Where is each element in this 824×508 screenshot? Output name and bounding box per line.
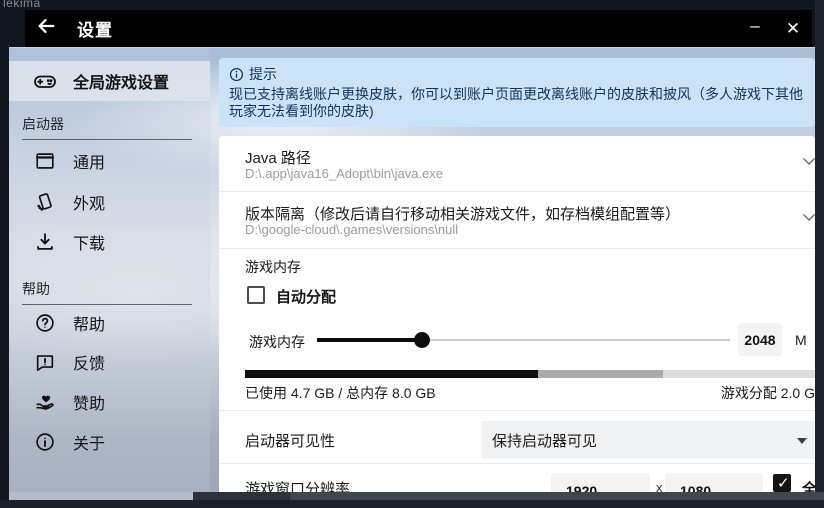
sidebar-item-global-game-settings[interactable]: 全局游戏设置	[9, 64, 210, 98]
settings-panel: Java 路径 D:\.app\java16_Adopt\bin\java.ex…	[219, 136, 815, 492]
fullscreen-label: 全	[802, 478, 815, 492]
row-divider	[219, 248, 815, 249]
launcher-visibility-select[interactable]: 保持启动器可见	[482, 421, 815, 459]
memory-usage-bar	[245, 370, 815, 378]
memory-game-segment	[538, 370, 663, 378]
chevron-down-icon[interactable]	[800, 208, 815, 226]
sidebar-item-download[interactable]: 下载	[9, 225, 210, 259]
appearance-icon	[33, 190, 57, 214]
resolution-separator: x	[656, 480, 663, 492]
settings-content: 全局游戏设置 启动器 通用 外观 下载 帮助	[9, 47, 815, 492]
dropdown-arrow-icon	[797, 438, 807, 444]
window-icon	[33, 149, 57, 173]
close-icon: ✕	[786, 19, 800, 39]
minimize-icon: –	[750, 16, 759, 36]
sidebar-item-appearance[interactable]: 外观	[9, 185, 210, 219]
auto-allocate-label: 自动分配	[276, 286, 336, 307]
feedback-bubble-icon	[33, 350, 57, 374]
page-title: 设置	[77, 16, 113, 41]
arrow-left-icon	[35, 15, 57, 42]
hint-title: 提示	[249, 64, 277, 84]
desktop-bottom-edge	[0, 500, 824, 508]
back-button[interactable]	[25, 10, 67, 47]
java-path-value: D:\.app\java16_Adopt\bin\java.exe	[245, 166, 443, 181]
sidebar-item-label: 反馈	[73, 350, 105, 374]
sidebar-item-label: 通用	[73, 149, 105, 173]
memory-usage-text: 已使用 4.7 GB / 总内存 8.0 GB	[245, 383, 436, 403]
resolution-height-field[interactable]: 1080	[665, 473, 763, 492]
row-divider	[219, 463, 815, 464]
sidebar-item-label: 帮助	[73, 311, 105, 335]
launcher-visibility-label: 启动器可见性	[245, 430, 335, 451]
minimize-button[interactable]: –	[736, 10, 774, 47]
memory-slider[interactable]	[317, 339, 730, 341]
auto-allocate-checkbox[interactable]	[247, 286, 265, 304]
sidebar-item-label: 全局游戏设置	[73, 69, 169, 93]
row-divider	[219, 191, 815, 192]
fullscreen-checkbox[interactable]	[773, 474, 791, 492]
launcher-visibility-value: 保持启动器可见	[492, 430, 597, 451]
sidebar-item-feedback[interactable]: 反馈	[9, 345, 210, 379]
help-circle-icon	[33, 311, 57, 335]
desktop-background-text: lekima	[3, 0, 41, 10]
gamepad-icon	[33, 69, 57, 93]
scrollbar-thumb[interactable]	[193, 492, 290, 500]
resolution-label: 游戏窗口分辨率	[245, 478, 350, 492]
titlebar: 设置 – ✕	[25, 10, 812, 47]
memory-slider-label: 游戏内存	[249, 332, 305, 352]
sidebar-item-label: 外观	[73, 190, 105, 214]
sidebar-section-launcher: 启动器	[22, 114, 192, 140]
sidebar-item-about[interactable]: 关于	[9, 425, 210, 459]
sidebar-item-help[interactable]: 帮助	[9, 306, 210, 340]
sidebar-item-general[interactable]: 通用	[9, 144, 210, 178]
game-memory-section-label: 游戏内存	[245, 257, 301, 277]
horizontal-scrollbar[interactable]	[193, 492, 824, 500]
main-settings-area: 提示 现已支持离线账户更换皮肤，你可以到账户页面更改离线账户的皮肤和披风（多人游…	[210, 48, 815, 492]
sponsor-hand-heart-icon	[33, 390, 57, 414]
screen: lekima 设置 – ✕ 全局游戏设置 启动器	[0, 0, 824, 508]
sidebar-item-sponsor[interactable]: 赞助	[9, 385, 210, 419]
java-path-label: Java 路径	[245, 147, 311, 168]
sidebar-section-help: 帮助	[22, 279, 192, 305]
row-divider	[219, 410, 815, 411]
download-icon	[33, 230, 57, 254]
info-circle-icon	[33, 430, 57, 454]
hint-banner: 提示 现已支持离线账户更换皮肤，你可以到账户页面更改离线账户的皮肤和披风（多人游…	[219, 58, 815, 127]
memory-value-field[interactable]: 2048	[738, 323, 782, 356]
info-circle-icon	[229, 67, 244, 82]
sidebar-item-label: 赞助	[73, 390, 105, 414]
version-isolation-label: 版本隔离（修改后请自行移动相关游戏文件，如存档模组配置等）	[245, 203, 680, 224]
memory-unit-label: M	[795, 332, 807, 348]
hint-body: 现已支持离线账户更换皮肤，你可以到账户页面更改离线账户的皮肤和披风（多人游戏下其…	[229, 86, 805, 120]
version-isolation-value: D:\google-cloud\.games\versions\null	[245, 222, 458, 237]
memory-slider-fill	[317, 338, 422, 342]
sidebar-item-label: 下载	[73, 230, 105, 254]
resolution-width-field[interactable]: 1920	[551, 473, 650, 492]
chevron-down-icon[interactable]	[800, 152, 815, 170]
memory-game-alloc-text: 游戏分配 2.0 G	[721, 383, 815, 403]
memory-slider-thumb[interactable]	[414, 332, 430, 348]
close-button[interactable]: ✕	[774, 10, 812, 47]
sidebar-item-label: 关于	[73, 430, 105, 454]
sidebar: 全局游戏设置 启动器 通用 外观 下载 帮助	[9, 48, 210, 492]
desktop-right-edge	[815, 0, 824, 508]
memory-used-segment	[245, 370, 538, 378]
window-bottom-edge	[9, 492, 193, 500]
